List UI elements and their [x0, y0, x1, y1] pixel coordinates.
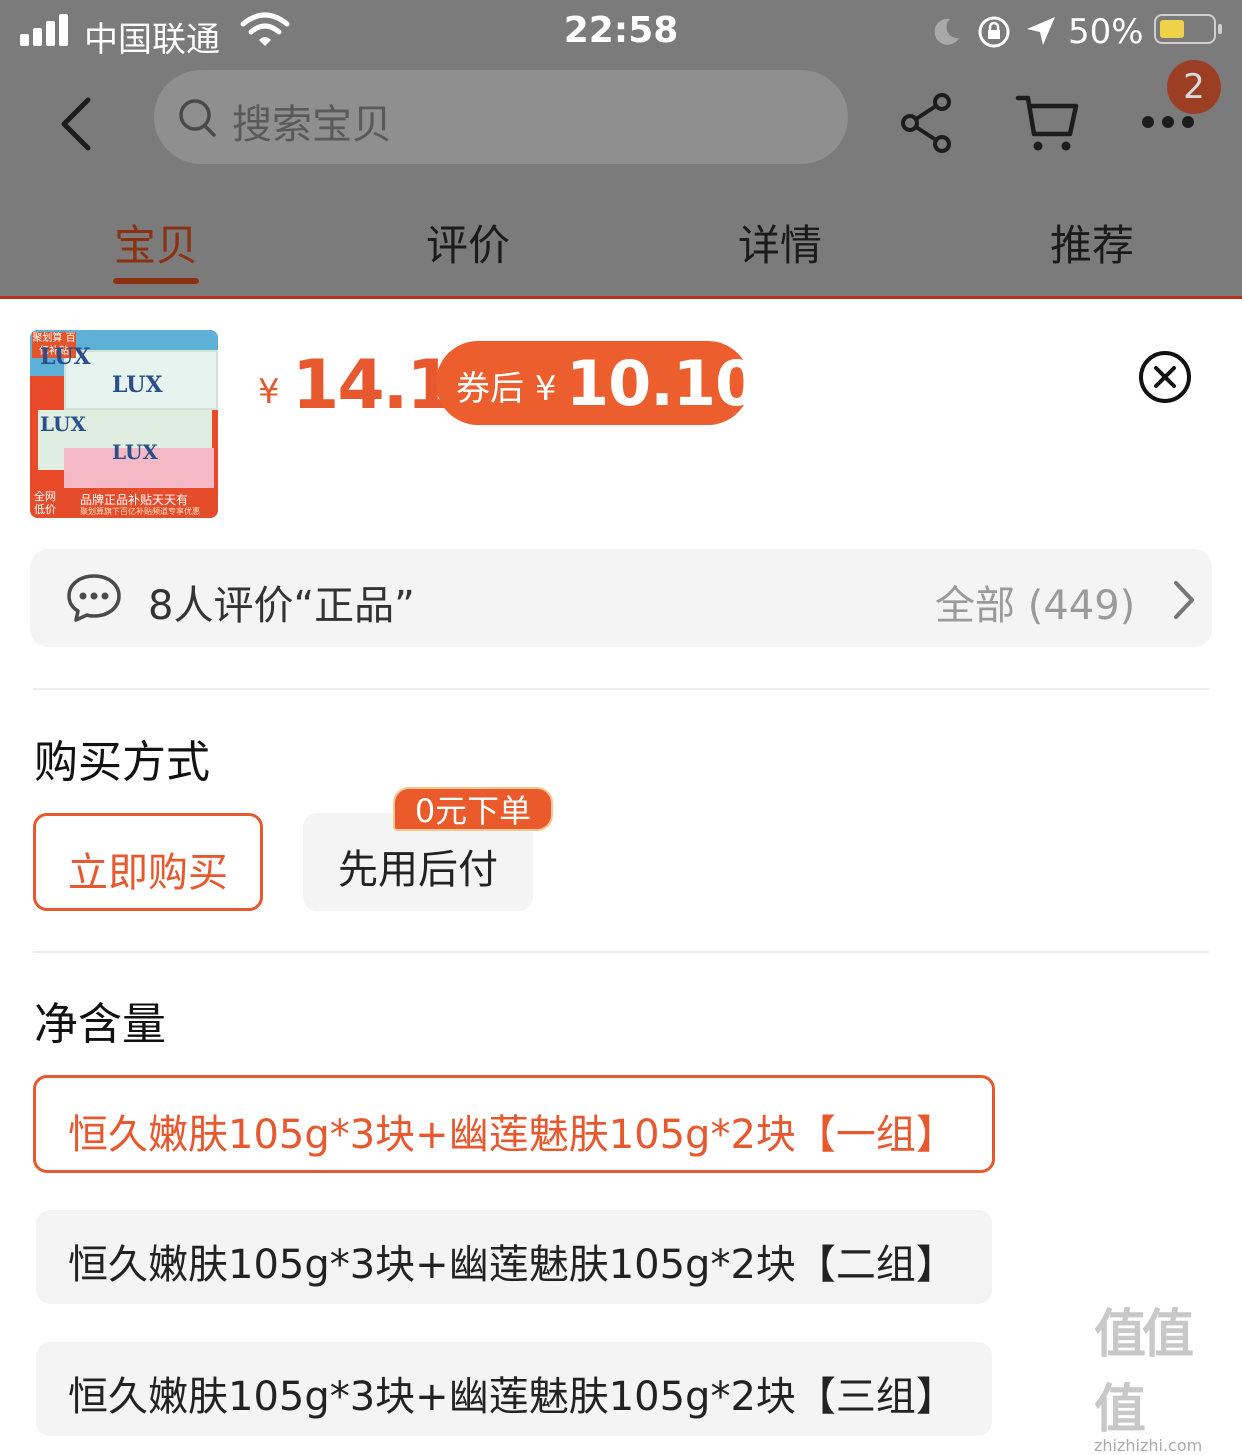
location-icon: [1027, 17, 1055, 45]
search-icon: [179, 99, 216, 137]
battery-percent: 50%: [1068, 12, 1144, 52]
buy-now-option[interactable]: 立即购买: [33, 813, 263, 911]
coupon-label: 券后 ¥: [456, 369, 557, 409]
sheet-top-edge: [0, 296, 1242, 299]
brand-logo: LUX: [40, 412, 86, 436]
share-icon[interactable]: [900, 92, 954, 154]
purchase-method-title: 购买方式: [34, 737, 210, 788]
sku-option[interactable]: 恒久嫩肤105g*3块+幽莲魅肤105g*2块【一组】: [33, 1075, 995, 1173]
divider: [33, 688, 1209, 690]
back-button[interactable]: [52, 92, 102, 156]
price-currency: ¥: [258, 372, 280, 412]
tab-recommend[interactable]: 推荐: [1050, 212, 1134, 273]
coupon-price: 10.10: [566, 347, 758, 420]
promo-tag: 0元下单: [393, 787, 553, 831]
tab-details[interactable]: 详情: [738, 212, 822, 273]
search-bar[interactable]: 搜索宝贝: [154, 70, 848, 164]
cart-badge: 2: [1167, 60, 1221, 114]
close-icon[interactable]: [1138, 350, 1192, 404]
more-icon[interactable]: [1140, 112, 1196, 132]
divider: [33, 951, 1209, 953]
review-summary-text: 8人评价“正品”: [148, 583, 415, 629]
orientation-lock-icon: [978, 16, 1010, 48]
watermark: 值值值 zhizhizhi.com: [1094, 1305, 1203, 1455]
search-placeholder: 搜索宝贝: [232, 102, 392, 148]
thumb-footer-sub: 聚划算旗下百亿补贴频道专享优惠: [80, 507, 200, 516]
net-content-title: 净含量: [34, 999, 166, 1050]
battery-icon: [1154, 14, 1222, 44]
tab-underline: [113, 278, 199, 284]
tab-reviews[interactable]: 评价: [426, 212, 510, 273]
coupon-price-badge: 券后 ¥ 10.10: [436, 341, 758, 425]
chat-bubble-icon: [67, 574, 121, 622]
sku-option[interactable]: 恒久嫩肤105g*3块+幽莲魅肤105g*2块【三组】: [36, 1342, 992, 1436]
brand-logo: LUX: [112, 440, 158, 464]
status-bar: 中国联通 22:58 50%: [0, 0, 1242, 64]
product-thumbnail[interactable]: 聚划算 百亿补贴 LUX LUX LUX LUX 全网 低价 品牌正品补贴天天有…: [30, 330, 218, 518]
moon-icon: [934, 18, 959, 45]
cart-icon[interactable]: [1014, 92, 1080, 154]
brand-logo: LUX: [40, 344, 91, 370]
thumb-footer: 全网 低价 品牌正品补贴天天有 聚划算旗下百亿补贴频道专享优惠: [30, 488, 218, 518]
chevron-right-icon: [1174, 581, 1194, 619]
all-reviews-label: 全部 (449): [935, 583, 1136, 629]
review-summary-card[interactable]: 8人评价“正品” 全部 (449): [30, 549, 1212, 647]
price: 14.1: [292, 346, 454, 425]
thumb-footer-left: 全网 低价: [34, 490, 56, 516]
brand-logo: LUX: [112, 372, 163, 398]
sku-option[interactable]: 恒久嫩肤105g*3块+幽莲魅肤105g*2块【二组】: [36, 1210, 992, 1304]
tab-item[interactable]: 宝贝: [114, 212, 198, 273]
